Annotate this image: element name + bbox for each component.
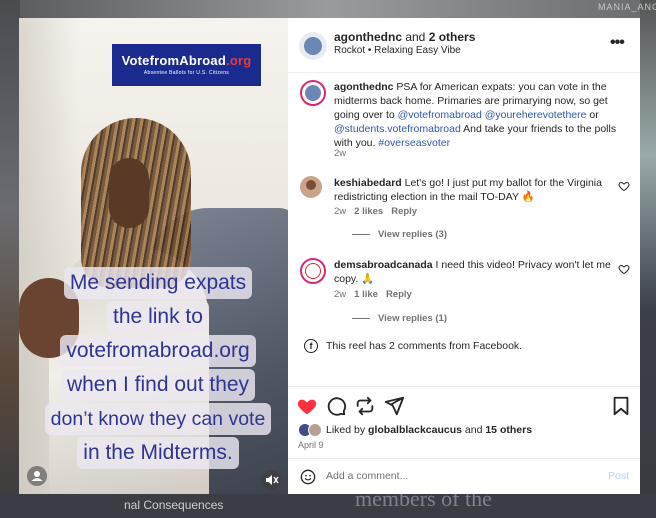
liked-by-prefix: Liked by <box>326 423 369 436</box>
save-bookmark-icon[interactable] <box>610 395 632 417</box>
comment-input[interactable] <box>326 470 566 482</box>
tagged-user-icon[interactable] <box>27 466 47 486</box>
background-tile-right <box>640 0 656 518</box>
facebook-note-text: This reel has 2 comments from Facebook. <box>326 339 523 352</box>
avatar-image <box>306 180 316 190</box>
post-modal: VotefromAbroad.org Absentee Ballots for … <box>19 18 640 494</box>
more-options-icon[interactable]: ••• <box>610 34 625 52</box>
caption-line: don’t know they can vote <box>44 403 272 435</box>
share-icon[interactable] <box>383 395 405 417</box>
avatar-image <box>305 85 321 101</box>
avatar[interactable] <box>299 32 327 60</box>
comment-time: 2w <box>334 206 347 217</box>
logo-title: VotefromAbroad.org <box>112 53 261 68</box>
post-caption: agonthednc PSA for American expats: you … <box>300 80 628 160</box>
liker-username[interactable]: globalblackcaucus <box>368 424 462 436</box>
post-side-panel: agonthednc and 2 others Rockot • Relaxin… <box>288 18 640 494</box>
emoji-icon[interactable] <box>300 469 316 485</box>
background-text-right: MANIA_ANGEL <box>598 2 656 12</box>
caption-line: the link to <box>107 301 209 333</box>
post-comment-button[interactable]: Post <box>608 470 629 482</box>
authors-and: and <box>402 30 429 44</box>
view-replies-button[interactable]: View replies (3) <box>352 229 447 240</box>
logo-subtitle: Absentee Ballots for U.S. Citizens <box>143 70 230 76</box>
comment-text: keshiabedard Let's go! I just put my bal… <box>334 176 614 204</box>
liked-by-and: and <box>461 423 486 436</box>
hashtag-link[interactable]: #overseasvoter <box>378 137 450 149</box>
comment-likes[interactable]: 1 like <box>354 289 378 300</box>
add-comment-bar: Post <box>288 458 640 496</box>
post-actions: Liked by globalblackcaucus and 15 others… <box>288 386 640 495</box>
likes-count-button[interactable]: 15 others <box>485 424 532 436</box>
author-username[interactable]: agonthednc <box>334 30 402 44</box>
video-caption: Me sending expats the link to votefromab… <box>38 266 278 470</box>
caption-username[interactable]: agonthednc <box>334 81 394 93</box>
mention-link[interactable]: @students.votefromabroad <box>334 123 461 135</box>
liker-avatars <box>298 423 322 437</box>
view-replies-button[interactable]: View replies (1) <box>352 313 447 324</box>
mention-link[interactable]: @youreherevotethere <box>485 109 587 121</box>
caption-text: agonthednc PSA for American expats: you … <box>334 80 624 150</box>
background-tile-top <box>0 0 656 18</box>
like-heart-icon[interactable] <box>296 395 318 417</box>
facebook-comments-note[interactable]: f This reel has 2 comments from Facebook. <box>304 339 522 353</box>
avatar[interactable] <box>300 176 322 198</box>
background-text-bottom: nal Consequences <box>124 498 224 512</box>
caption-line: votefromabroad.org <box>60 335 256 367</box>
post-header: agonthednc and 2 others Rockot • Relaxin… <box>288 18 640 73</box>
avatar[interactable] <box>300 80 326 106</box>
collaborators-link[interactable]: 2 others <box>429 30 476 44</box>
comment-like-icon[interactable] <box>618 263 630 275</box>
caption-line: in the Midterms. <box>77 437 239 469</box>
caption-body: or <box>586 109 599 121</box>
caption-time: 2w <box>334 148 347 159</box>
repost-icon[interactable] <box>354 395 376 417</box>
audio-track[interactable]: Rockot • Relaxing Easy Vibe <box>334 45 461 56</box>
post-date: April 9 <box>298 440 324 450</box>
comment-like-icon[interactable] <box>618 180 630 192</box>
avatar[interactable] <box>300 258 326 284</box>
comment-item: keshiabedard Let's go! I just put my bal… <box>300 176 630 246</box>
avatar-image <box>304 37 322 55</box>
post-authors: agonthednc and 2 others <box>334 30 475 44</box>
comment-username[interactable]: keshiabedard <box>334 177 402 189</box>
reel-video[interactable]: VotefromAbroad.org Absentee Ballots for … <box>19 18 288 494</box>
reply-button[interactable]: Reply <box>386 289 412 300</box>
caption-line: Me sending expats <box>63 267 253 299</box>
facebook-icon: f <box>304 339 318 353</box>
logo-title-main: VotefromAbroad <box>121 53 227 68</box>
comment-text: demsabroadcanada I need this video! Priv… <box>334 258 614 286</box>
comment-item: demsabroadcanada I need this video! Priv… <box>300 258 630 328</box>
mention-link[interactable]: @votefromabroad <box>398 109 482 121</box>
mute-icon[interactable] <box>261 470 281 490</box>
avatar-image <box>305 263 321 279</box>
background-tile-bottom <box>0 494 656 518</box>
comment-meta: 2w 1 like Reply <box>334 289 412 300</box>
comment-time: 2w <box>334 289 347 300</box>
comment-icon[interactable] <box>325 395 347 417</box>
video-person-face <box>109 158 149 228</box>
reply-button[interactable]: Reply <box>391 206 417 217</box>
caption-line: when I find out they <box>60 369 256 401</box>
likes-summary: Liked by globalblackcaucus and 15 others <box>298 423 532 437</box>
votefromabroad-logo: VotefromAbroad.org Absentee Ballots for … <box>112 44 261 86</box>
comment-meta: 2w 2 likes Reply <box>334 206 417 217</box>
avatar <box>308 423 322 437</box>
background-tile-left <box>0 0 20 518</box>
comment-likes[interactable]: 2 likes <box>354 206 383 217</box>
logo-title-domain: .org <box>226 53 252 68</box>
comment-username[interactable]: demsabroadcanada <box>334 259 433 271</box>
